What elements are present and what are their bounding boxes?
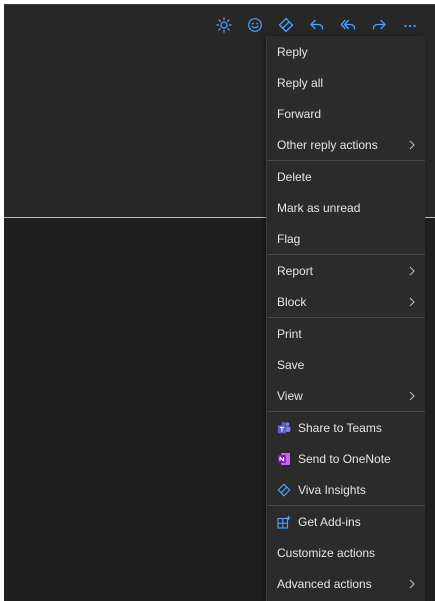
menu-item-get-add-ins[interactable]: Get Add-ins	[267, 506, 425, 537]
menu-item-label: Forward	[277, 106, 322, 121]
message-toolbar	[212, 13, 422, 37]
menu-item-label: Send to OneNote	[298, 451, 391, 466]
menu-item-forward[interactable]: Forward	[267, 98, 425, 129]
chevron-right-icon	[407, 265, 417, 277]
menu-item-view[interactable]: View	[267, 380, 425, 411]
menu-item-report[interactable]: Report	[267, 255, 425, 286]
more-icon[interactable]	[398, 13, 422, 37]
menu-item-flag[interactable]: Flag	[267, 223, 425, 254]
menu-item-label: Flag	[277, 231, 301, 246]
reply-icon[interactable]	[305, 13, 329, 37]
menu-item-label: Block	[277, 294, 307, 309]
menu-item-label: Advanced actions	[277, 576, 372, 591]
menu-item-block[interactable]: Block	[267, 286, 425, 317]
viva-insights-icon	[277, 483, 291, 497]
teams-icon	[277, 421, 291, 435]
menu-item-save[interactable]: Save	[267, 349, 425, 380]
onenote-icon	[277, 452, 291, 466]
menu-item-other-reply-actions[interactable]: Other reply actions	[267, 129, 425, 160]
forward-icon[interactable]	[367, 13, 391, 37]
menu-item-customize-actions[interactable]: Customize actions	[267, 537, 425, 568]
menu-item-reply-all[interactable]: Reply all	[267, 67, 425, 98]
menu-item-share-to-teams[interactable]: Share to Teams	[267, 412, 425, 443]
viva-insights-icon[interactable]	[274, 13, 298, 37]
menu-item-label: Get Add-ins	[298, 514, 361, 529]
chevron-right-icon	[407, 390, 417, 402]
menu-item-label: Reply	[277, 44, 308, 59]
menu-item-label: Mark as unread	[277, 200, 361, 215]
menu-item-label: Share to Teams	[298, 420, 382, 435]
menu-item-label: Customize actions	[277, 545, 376, 560]
chevron-right-icon	[407, 296, 417, 308]
menu-item-send-to-onenote[interactable]: Send to OneNote	[267, 443, 425, 474]
menu-item-mark-as-unread[interactable]: Mark as unread	[267, 192, 425, 223]
add-ins-icon	[277, 515, 291, 529]
menu-item-delete[interactable]: Delete	[267, 161, 425, 192]
menu-item-label: Print	[277, 326, 302, 341]
emoji-icon[interactable]	[243, 13, 267, 37]
menu-item-label: Reply all	[277, 75, 324, 90]
menu-item-label: Viva Insights	[298, 482, 366, 497]
menu-item-print[interactable]: Print	[267, 318, 425, 349]
more-actions-menu: Reply Reply all Forward Other reply acti…	[266, 36, 425, 601]
menu-item-label: Other reply actions	[277, 137, 378, 152]
menu-item-label: Report	[277, 263, 314, 278]
sun-icon[interactable]	[212, 13, 236, 37]
reply-all-icon[interactable]	[336, 13, 360, 37]
menu-item-reply[interactable]: Reply	[267, 36, 425, 67]
menu-item-label: Save	[277, 357, 305, 372]
menu-item-viva-insights[interactable]: Viva Insights	[267, 474, 425, 505]
chevron-right-icon	[407, 578, 417, 590]
chevron-right-icon	[407, 139, 417, 151]
menu-item-advanced-actions[interactable]: Advanced actions	[267, 568, 425, 599]
menu-item-label: View	[277, 388, 303, 403]
menu-item-label: Delete	[277, 169, 312, 184]
